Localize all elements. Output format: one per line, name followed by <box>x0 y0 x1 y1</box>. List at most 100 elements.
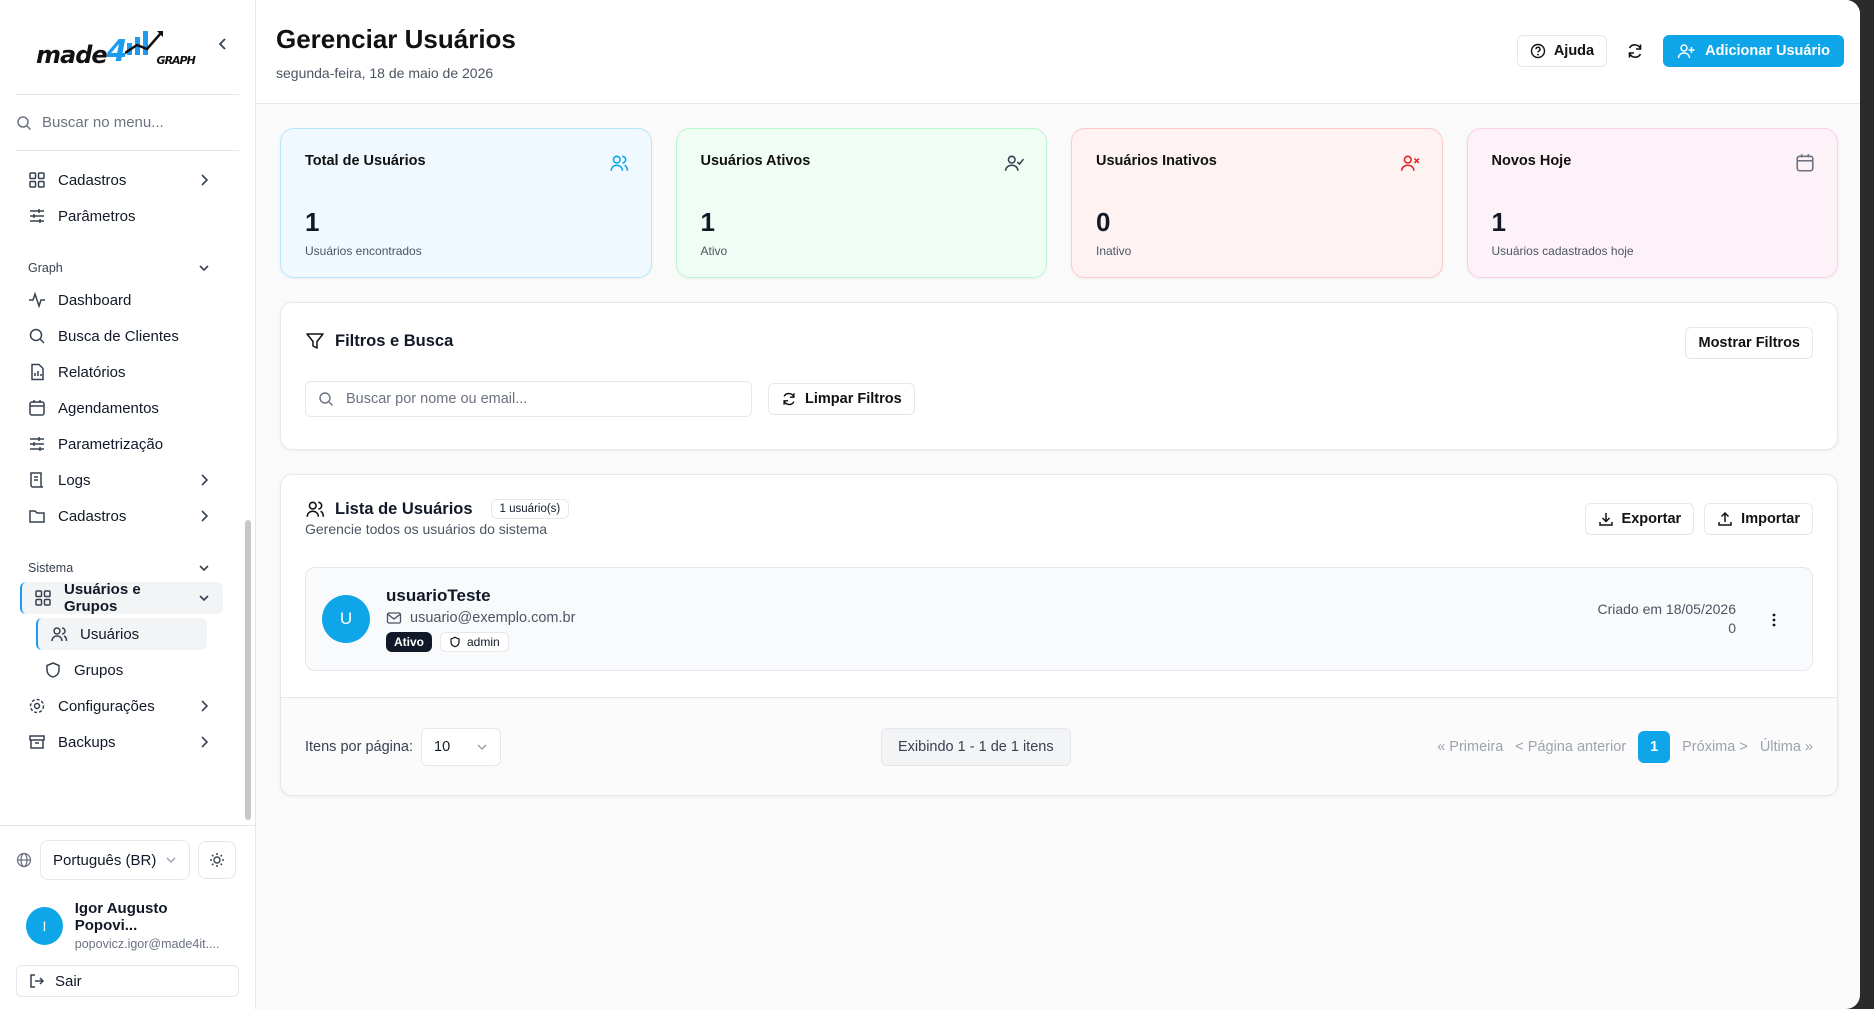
export-button[interactable]: Exportar <box>1584 503 1695 535</box>
section-graph[interactable]: Graph <box>0 254 243 282</box>
showing-range: Exibindo 1 - 1 de 1 itens <box>881 727 1071 766</box>
avatar: I <box>26 906 63 945</box>
menu-search-placeholder: Buscar no menu... <box>42 114 164 131</box>
stat-card-inactive: Usuários Inativos 0 Inativo <box>1071 128 1443 278</box>
sidebar-item-agendamentos[interactable]: Agendamentos <box>0 390 243 426</box>
upload-icon <box>1717 511 1733 527</box>
per-page-label: Itens por página: <box>305 738 414 755</box>
main-content: Gerenciar Usuários segunda-feira, 18 de … <box>256 0 1860 1009</box>
list-item[interactable]: U usuarioTeste usuario@exemplo.com.br At… <box>305 567 1813 671</box>
prev-page-link[interactable]: < Página anterior <box>1515 739 1626 755</box>
shield-icon <box>44 661 62 679</box>
help-button[interactable]: Ajuda <box>1516 35 1608 67</box>
sidebar-item-relatorios[interactable]: Relatórios <box>0 354 243 390</box>
shield-icon <box>449 636 461 648</box>
search-icon <box>318 391 334 407</box>
per-page-select[interactable]: 10 <box>421 727 502 766</box>
language-select[interactable]: Português (BR) <box>40 840 190 880</box>
chevron-right-icon <box>197 735 211 749</box>
sliders-icon <box>28 435 46 453</box>
user-email: usuario@exemplo.com.br <box>410 610 576 626</box>
download-icon <box>1598 511 1614 527</box>
import-button[interactable]: Importar <box>1704 503 1813 535</box>
sidebar-header: made 4 GRAPH <box>16 0 239 95</box>
page-header: Gerenciar Usuários segunda-feira, 18 de … <box>256 0 1860 104</box>
user-search-input[interactable]: Buscar por nome ou email... <box>305 381 752 417</box>
chevron-down-icon <box>476 741 488 753</box>
brand-logo[interactable]: made 4 GRAPH <box>36 25 196 69</box>
add-user-button[interactable]: Adicionar Usuário <box>1663 35 1844 67</box>
sidebar-item-busca-clientes[interactable]: Busca de Clientes <box>0 318 243 354</box>
sidebar-item-parametros[interactable]: Parâmetros <box>0 198 243 234</box>
sidebar-item-usuarios-grupos[interactable]: Usuários e Grupos <box>20 581 223 615</box>
folder-icon <box>28 507 46 525</box>
sidebar-item-usuarios[interactable]: Usuários <box>36 618 207 650</box>
last-page-link[interactable]: Última » <box>1760 739 1813 755</box>
sidebar-item-dashboard[interactable]: Dashboard <box>0 282 243 318</box>
refresh-icon <box>781 391 797 407</box>
sidebar-scrollbar[interactable] <box>245 520 251 820</box>
users-list-card: Lista de Usuários 1 usuário(s) Gerencie … <box>280 474 1838 796</box>
section-sistema[interactable]: Sistema <box>0 554 243 582</box>
users-icon <box>305 499 325 519</box>
collapse-sidebar-icon[interactable] <box>215 36 231 52</box>
page-number-current[interactable]: 1 <box>1638 730 1671 763</box>
stat-card-total: Total de Usuários 1 Usuários encontrados <box>280 128 652 278</box>
globe-icon <box>16 852 32 868</box>
current-user[interactable]: I Igor Augusto Popovi... popovicz.igor@m… <box>0 880 255 951</box>
sidebar-item-cadastros-graph[interactable]: Cadastros <box>0 498 243 534</box>
users-icon <box>609 153 629 173</box>
user-email: popovicz.igor@made4it.... <box>74 937 220 951</box>
stat-value: 1 <box>1491 207 1506 237</box>
theme-toggle-button[interactable] <box>198 841 236 879</box>
file-chart-icon <box>28 363 46 381</box>
chevron-down-icon <box>197 261 211 275</box>
avatar: U <box>322 595 370 643</box>
sidebar-item-grupos[interactable]: Grupos <box>0 652 243 688</box>
next-page-link[interactable]: Próxima > <box>1682 739 1748 755</box>
show-filters-button[interactable]: Mostrar Filtros <box>1685 327 1813 359</box>
sidebar-menu: Cadastros Parâmetros Graph Dashboard Bus… <box>0 152 243 825</box>
pagination: Itens por página: 10 Exibindo 1 - 1 de 1… <box>281 697 1837 795</box>
sidebar-footer: Português (BR) I Igor Augusto Popovi... … <box>0 825 255 1009</box>
grid-icon <box>28 171 46 189</box>
user-x-icon <box>1400 153 1420 173</box>
stat-card-active: Usuários Ativos 1 Ativo <box>675 128 1047 278</box>
sun-icon <box>209 852 225 868</box>
sidebar-item-label: Cadastros <box>58 171 127 189</box>
refresh-button[interactable] <box>1617 35 1653 67</box>
user-name: usuarioTeste <box>386 586 491 605</box>
scroll-icon <box>28 471 46 489</box>
calendar-icon <box>1795 153 1815 173</box>
sidebar-item-logs[interactable]: Logs <box>0 462 243 498</box>
help-circle-icon <box>1530 43 1546 59</box>
sidebar: made 4 GRAPH Buscar no menu... Cadastros … <box>0 0 256 1009</box>
more-vertical-icon[interactable] <box>1766 612 1782 628</box>
calendar-icon <box>28 399 46 417</box>
created-date: Criado em 18/05/2026 <box>1597 601 1736 617</box>
mail-icon <box>386 610 402 626</box>
filter-icon <box>305 331 325 351</box>
filters-card: Filtros e Busca Mostrar Filtros Buscar p… <box>280 302 1838 450</box>
user-count-badge: 1 usuário(s) <box>490 499 570 519</box>
sidebar-item-configuracoes[interactable]: Configurações <box>0 688 243 724</box>
user-name: Igor Augusto Popovi... <box>74 900 168 934</box>
stats-row: Total de Usuários 1 Usuários encontrados… <box>280 128 1838 278</box>
sidebar-item-parametrizacao[interactable]: Parametrização <box>0 426 243 462</box>
list-title: Lista de Usuários <box>335 499 473 518</box>
user-check-icon <box>1004 153 1024 173</box>
first-page-link[interactable]: « Primeira <box>1437 739 1503 755</box>
sidebar-item-label: Parâmetros <box>58 207 136 225</box>
clear-filters-button[interactable]: Limpar Filtros <box>768 383 915 415</box>
filters-title: Filtros e Busca <box>335 331 454 350</box>
menu-search[interactable]: Buscar no menu... <box>16 95 239 151</box>
page-date: segunda-feira, 18 de maio de 2026 <box>276 65 494 81</box>
grid-icon <box>34 589 52 607</box>
chevron-down-icon <box>197 591 211 605</box>
logout-button[interactable]: Sair <box>16 965 239 997</box>
sidebar-item-backups[interactable]: Backups <box>0 724 243 760</box>
status-badge: Ativo <box>386 632 432 652</box>
sidebar-item-cadastros[interactable]: Cadastros <box>0 162 243 198</box>
logout-icon <box>29 973 45 989</box>
stat-value: 0 <box>1096 207 1111 237</box>
